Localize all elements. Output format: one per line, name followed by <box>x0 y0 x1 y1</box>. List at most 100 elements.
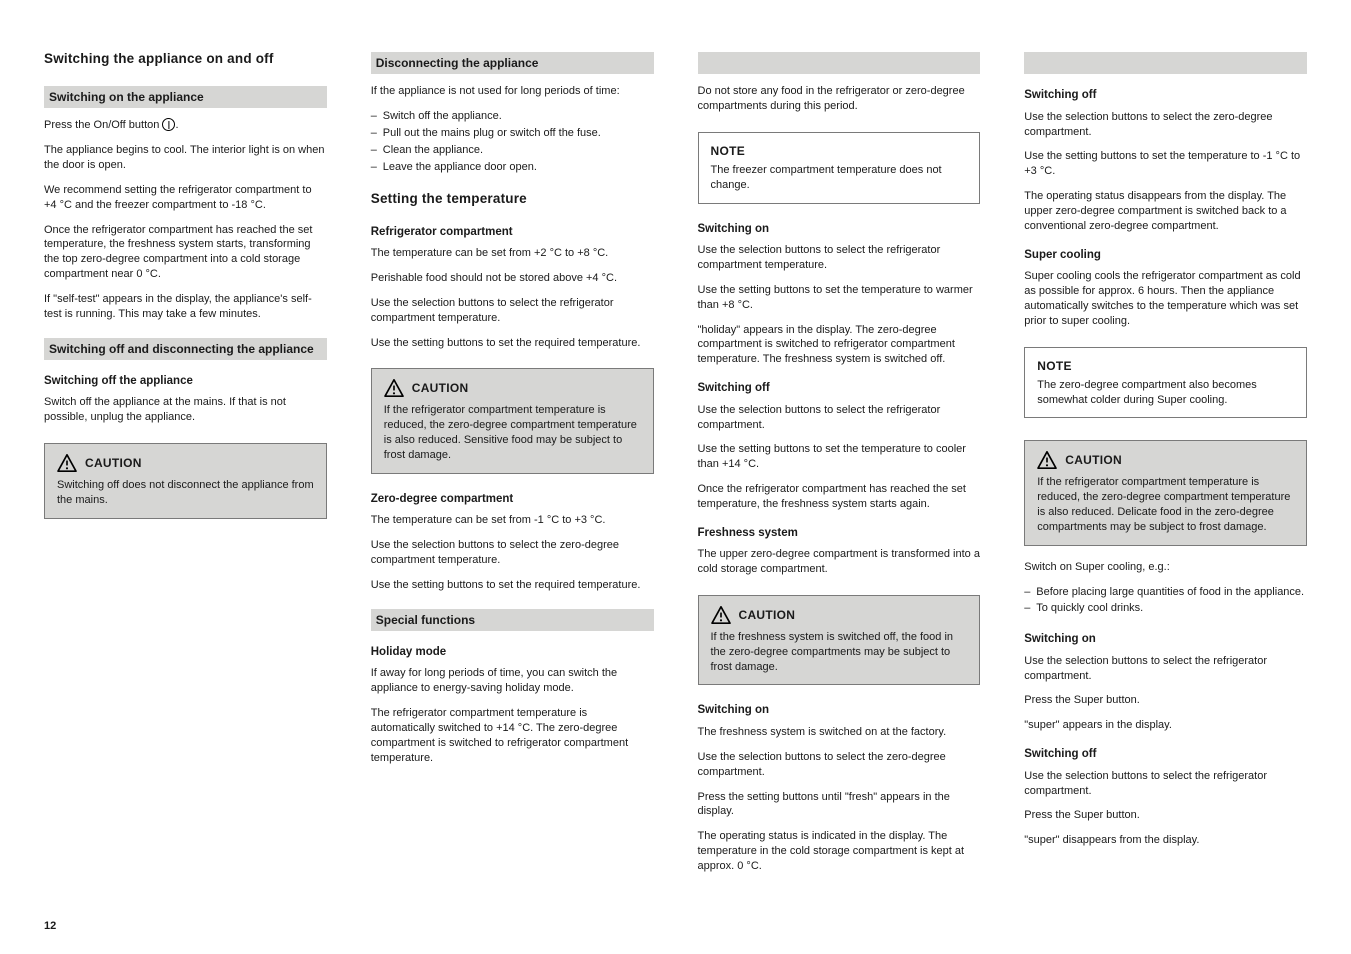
list: Before placing large quantities of food … <box>1024 585 1307 619</box>
subheading: Switching off <box>698 381 981 397</box>
caution-title: CAUTION <box>412 380 469 396</box>
note-box: NOTE The freezer compartment temperature… <box>698 132 981 204</box>
caution-box: CAUTION If the refrigerator compartment … <box>371 368 654 473</box>
list-item: Clean the appliance. <box>371 143 654 158</box>
body-text: The freshness system is switched on at t… <box>698 725 981 740</box>
body-text: Use the setting buttons to set the requi… <box>371 578 654 593</box>
page-number: 12 <box>44 919 56 934</box>
column-4: Switching off Use the selection buttons … <box>1024 46 1307 884</box>
subheading: Switching on <box>698 703 981 719</box>
body-text: "super" appears in the display. <box>1024 718 1307 733</box>
section-continued: Disconnecting the appliance <box>371 52 654 74</box>
body-text: The upper zero-degree compartment is tra… <box>698 547 981 577</box>
caution-header: CAUTION <box>384 379 641 397</box>
caution-icon <box>57 454 77 472</box>
subheading: Switching on <box>698 222 981 238</box>
caution-text: If the freshness system is switched off,… <box>711 630 968 675</box>
body-text: Use the selection buttons to select the … <box>1024 654 1307 684</box>
section-continued <box>698 52 981 74</box>
body-text: Press the Super button. <box>1024 808 1307 823</box>
caution-box: CAUTION If the freshness system is switc… <box>698 595 981 686</box>
heading-switching: Switching the appliance on and off <box>44 50 327 68</box>
subheading: Zero-degree compartment <box>371 492 654 508</box>
document-page: Switching the appliance on and off Switc… <box>0 0 1351 924</box>
body-text: The temperature can be set from +2 °C to… <box>371 246 654 261</box>
section-switching-on: Switching on the appliance <box>44 86 327 108</box>
body-text: Use the setting buttons to set the tempe… <box>1024 149 1307 179</box>
body-text: Use the selection buttons to select the … <box>698 750 981 780</box>
section-continued <box>1024 52 1307 74</box>
body-text: Use the setting buttons to set the tempe… <box>698 283 981 313</box>
body-text: Once the refrigerator compartment has re… <box>44 223 327 282</box>
body-text: The refrigerator compartment temperature… <box>371 706 654 765</box>
body-text: The appliance begins to cool. The interi… <box>44 143 327 173</box>
section-switching-off: Switching off and disconnecting the appl… <box>44 338 327 360</box>
body-text: The operating status is indicated in the… <box>698 829 981 874</box>
power-icon <box>162 118 175 131</box>
column-1: Switching the appliance on and off Switc… <box>44 46 327 884</box>
body-text: If away for long periods of time, you ca… <box>371 666 654 696</box>
body-text: Switch on Super cooling, e.g.: <box>1024 560 1307 575</box>
body-text: Use the selection buttons to select the … <box>698 243 981 273</box>
subheading: Refrigerator compartment <box>371 225 654 241</box>
list-item: To quickly cool drinks. <box>1024 601 1307 616</box>
body-text: Use the selection buttons to select the … <box>371 538 654 568</box>
heading-temperature: Setting the temperature <box>371 190 654 208</box>
body-text: Switch off the appliance at the mains. I… <box>44 395 327 425</box>
list-item: Switch off the appliance. <box>371 109 654 124</box>
body-text: Super cooling cools the refrigerator com… <box>1024 269 1307 328</box>
caution-header: CAUTION <box>711 606 968 624</box>
body-text: Press the On/Off button . <box>44 118 327 133</box>
body-text: Use the selection buttons to select the … <box>371 296 654 326</box>
page-footer: 12 <box>44 919 1307 934</box>
text-fragment: . <box>175 119 178 131</box>
subheading: Super cooling <box>1024 248 1307 264</box>
body-text: The temperature can be set from -1 °C to… <box>371 513 654 528</box>
body-text: "super" disappears from the display. <box>1024 833 1307 848</box>
caution-title: CAUTION <box>85 455 142 471</box>
caution-header: CAUTION <box>1037 451 1294 469</box>
subheading: Freshness system <box>698 526 981 542</box>
list-item: Pull out the mains plug or switch off th… <box>371 126 654 141</box>
list: Switch off the appliance. Pull out the m… <box>371 109 654 176</box>
caution-title: CAUTION <box>739 607 796 623</box>
body-text: Use the selection buttons to select the … <box>698 403 981 433</box>
body-text: If the appliance is not used for long pe… <box>371 84 654 99</box>
note-text: The freezer compartment temperature does… <box>711 163 968 193</box>
subheading: Holiday mode <box>371 645 654 661</box>
caution-box: CAUTION Switching off does not disconnec… <box>44 443 327 519</box>
caution-box: CAUTION If the refrigerator compartment … <box>1024 440 1307 545</box>
text-fragment: Press the On/Off button <box>44 119 159 131</box>
body-text: Use the selection buttons to select the … <box>1024 769 1307 799</box>
body-text: Use the setting buttons to set the requi… <box>371 336 654 351</box>
note-title: NOTE <box>1037 358 1294 374</box>
caution-text: If the refrigerator compartment temperat… <box>1037 475 1294 534</box>
body-text: The operating status disappears from the… <box>1024 189 1307 234</box>
list-item: Before placing large quantities of food … <box>1024 585 1307 600</box>
body-text: We recommend setting the refrigerator co… <box>44 183 327 213</box>
body-text: If "self-test" appears in the display, t… <box>44 292 327 322</box>
body-text: Do not store any food in the refrigerato… <box>698 84 981 114</box>
caution-icon <box>384 379 404 397</box>
caution-text: If the refrigerator compartment temperat… <box>384 403 641 462</box>
body-text: "holiday" appears in the display. The ze… <box>698 323 981 368</box>
subheading: Switching off the appliance <box>44 374 327 390</box>
caution-title: CAUTION <box>1065 452 1122 468</box>
body-text: Use the setting buttons to set the tempe… <box>698 442 981 472</box>
list-item: Leave the appliance door open. <box>371 160 654 175</box>
subheading: Switching on <box>1024 632 1307 648</box>
column-3: Do not store any food in the refrigerato… <box>698 46 981 884</box>
note-box: NOTE The zero-degree compartment also be… <box>1024 347 1307 419</box>
subheading: Switching off <box>1024 747 1307 763</box>
column-2: Disconnecting the appliance If the appli… <box>371 46 654 884</box>
body-text: Use the selection buttons to select the … <box>1024 110 1307 140</box>
body-text: Press the setting buttons until "fresh" … <box>698 790 981 820</box>
note-title: NOTE <box>711 143 968 159</box>
body-text: Once the refrigerator compartment has re… <box>698 482 981 512</box>
section-special: Special functions <box>371 609 654 631</box>
note-text: The zero-degree compartment also becomes… <box>1037 378 1294 408</box>
body-text: Perishable food should not be stored abo… <box>371 271 654 286</box>
caution-header: CAUTION <box>57 454 314 472</box>
body-text: Press the Super button. <box>1024 693 1307 708</box>
subheading: Switching off <box>1024 88 1307 104</box>
